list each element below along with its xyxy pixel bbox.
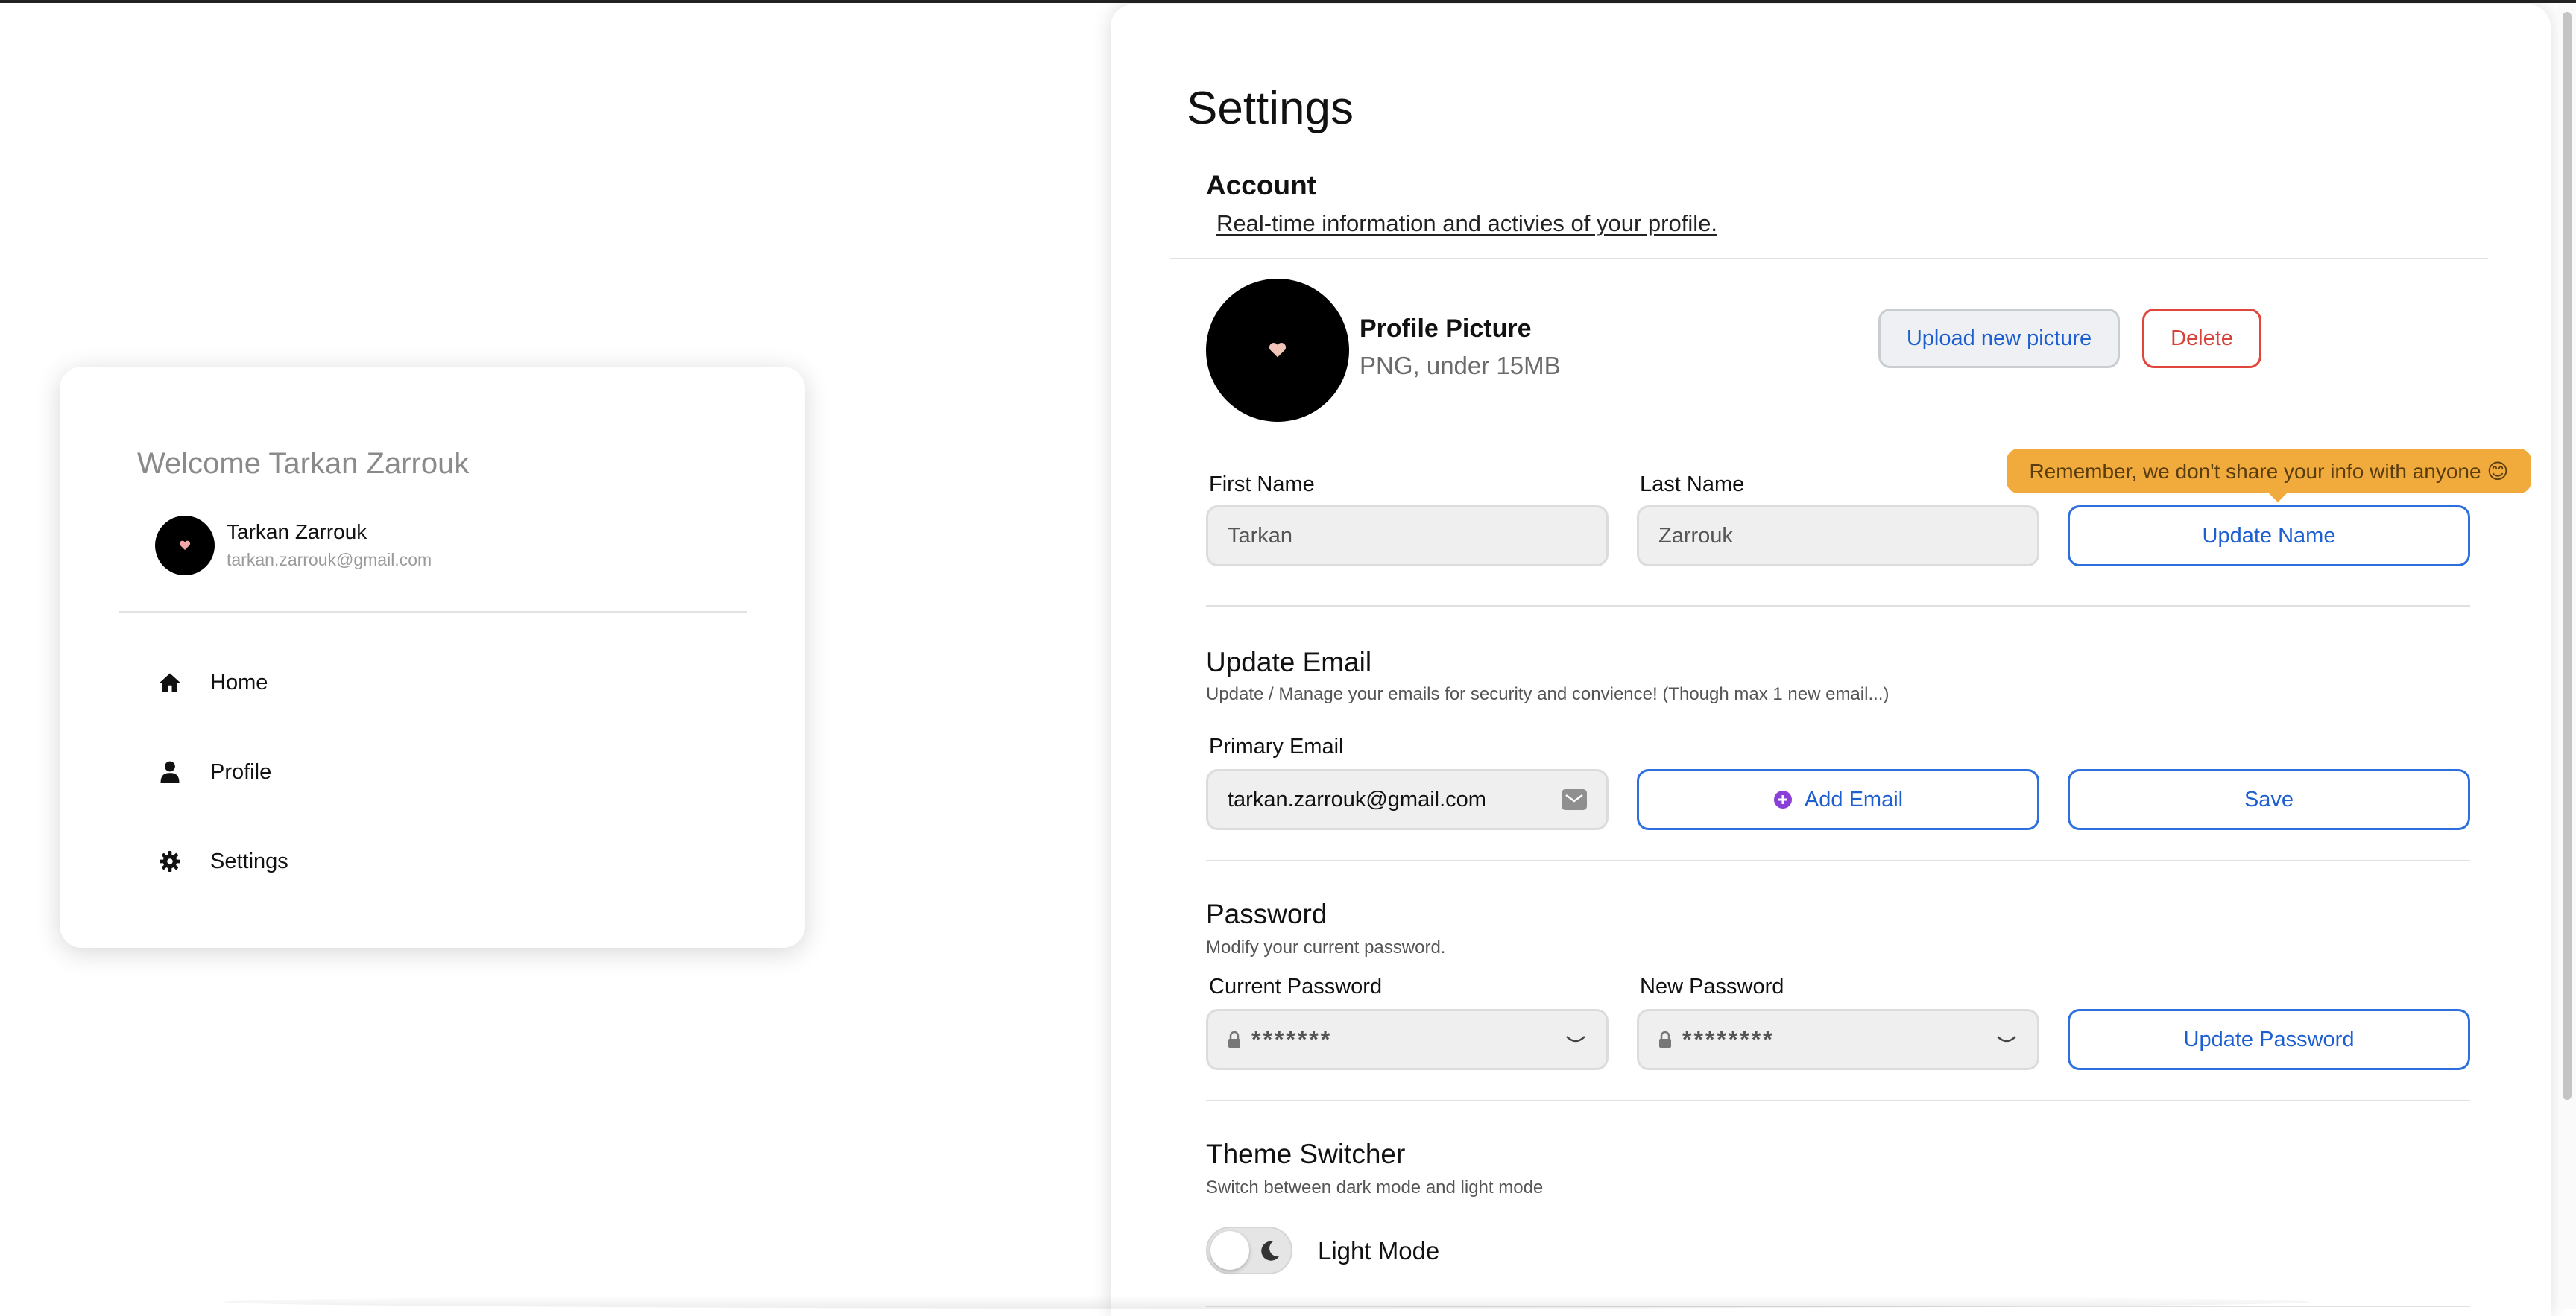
delete-picture-button[interactable]: Delete — [2142, 309, 2261, 368]
avatar[interactable] — [155, 516, 215, 575]
sidebar-card: Welcome Tarkan Zarrouk Tarkan Zarrouk ta… — [60, 367, 805, 948]
current-password-label: Current Password — [1209, 975, 1383, 999]
settings-panel: Settings Account Real-time information a… — [1111, 4, 2551, 1316]
lock-icon — [1659, 1031, 1671, 1048]
user-name: Tarkan Zarrouk — [227, 520, 367, 543]
eye-closed-icon[interactable] — [1565, 1034, 1587, 1045]
profile-picture-title: Profile Picture — [1360, 314, 1532, 343]
account-divider — [1170, 258, 2488, 259]
theme-heading: Theme Switcher — [1206, 1139, 1406, 1169]
add-email-button[interactable]: Add Email — [1637, 769, 2039, 830]
heart-icon — [1269, 343, 1287, 358]
window-top-border — [0, 0, 2576, 3]
toggle-knob — [1210, 1231, 1249, 1270]
sidebar-item-label: Settings — [210, 849, 288, 873]
sidebar-item-settings[interactable]: Settings — [158, 839, 680, 884]
lock-icon — [1228, 1031, 1240, 1048]
profile-picture[interactable] — [1206, 279, 1349, 422]
privacy-tooltip: Remember, we don't share your info with … — [2007, 449, 2531, 502]
current-password-value: ******* — [1251, 1025, 1333, 1053]
last-name-value: Zarrouk — [1658, 523, 1733, 548]
sidebar-item-profile[interactable]: Profile — [158, 750, 680, 794]
first-name-label: First Name — [1209, 472, 1315, 496]
account-heading: Account — [1206, 170, 1316, 200]
update-password-button[interactable]: Update Password — [2068, 1009, 2470, 1070]
eye-closed-icon[interactable] — [1995, 1034, 2018, 1045]
heart-icon — [179, 540, 191, 550]
theme-mode-label: Light Mode — [1318, 1237, 1440, 1265]
home-icon — [158, 671, 182, 695]
profile-picture-hint: PNG, under 15MB — [1360, 352, 1561, 379]
last-name-field[interactable]: Zarrouk — [1637, 505, 2039, 566]
new-password-label: New Password — [1640, 975, 1784, 999]
upload-picture-button[interactable]: Upload new picture — [1878, 309, 2120, 368]
account-subtitle-link[interactable]: Real-time information and activies of yo… — [1216, 210, 1717, 237]
sidebar-divider — [119, 611, 747, 613]
save-email-button[interactable]: Save — [2068, 769, 2470, 830]
last-name-label: Last Name — [1640, 472, 1745, 496]
theme-subtitle: Switch between dark mode and light mode — [1206, 1177, 1544, 1198]
update-name-button[interactable]: Update Name — [2068, 505, 2470, 566]
plus-circle-icon — [1773, 791, 1792, 809]
user-email: tarkan.zarrouk@gmail.com — [227, 550, 432, 569]
password-subtitle: Modify your current password. — [1206, 937, 1446, 958]
primary-email-value: tarkan.zarrouk@gmail.com — [1228, 787, 1486, 812]
theme-toggle[interactable] — [1206, 1227, 1292, 1274]
update-email-subtitle: Update / Manage your emails for security… — [1206, 684, 1890, 704]
add-email-label: Add Email — [1804, 787, 1904, 812]
password-heading: Password — [1206, 899, 1328, 929]
primary-email-field[interactable]: tarkan.zarrouk@gmail.com — [1206, 769, 1609, 830]
welcome-heading: Welcome Tarkan Zarrouk — [137, 447, 470, 480]
page-bottom-shadow — [224, 1295, 2311, 1309]
new-password-value: ******** — [1682, 1025, 1775, 1053]
moon-icon — [1261, 1241, 1279, 1261]
new-password-field[interactable]: ******** — [1637, 1009, 2039, 1070]
envelope-icon — [1562, 789, 1587, 810]
current-password-field[interactable]: ******* — [1206, 1009, 1609, 1070]
first-name-value: Tarkan — [1228, 523, 1293, 548]
first-name-field[interactable]: Tarkan — [1206, 505, 1609, 566]
primary-email-label: Primary Email — [1209, 735, 1344, 759]
scrollbar[interactable] — [2558, 4, 2576, 1309]
gear-icon — [158, 850, 182, 873]
sidebar-item-label: Profile — [210, 759, 272, 784]
sidebar-item-label: Home — [210, 670, 268, 695]
email-divider — [1206, 860, 2470, 861]
sidebar-item-home[interactable]: Home — [158, 660, 680, 705]
update-email-heading: Update Email — [1206, 647, 1372, 677]
name-divider — [1206, 605, 2470, 607]
scrollbar-thumb[interactable] — [2563, 12, 2572, 1100]
user-icon — [158, 760, 182, 784]
page-title: Settings — [1187, 83, 1354, 134]
password-divider — [1206, 1100, 2470, 1101]
